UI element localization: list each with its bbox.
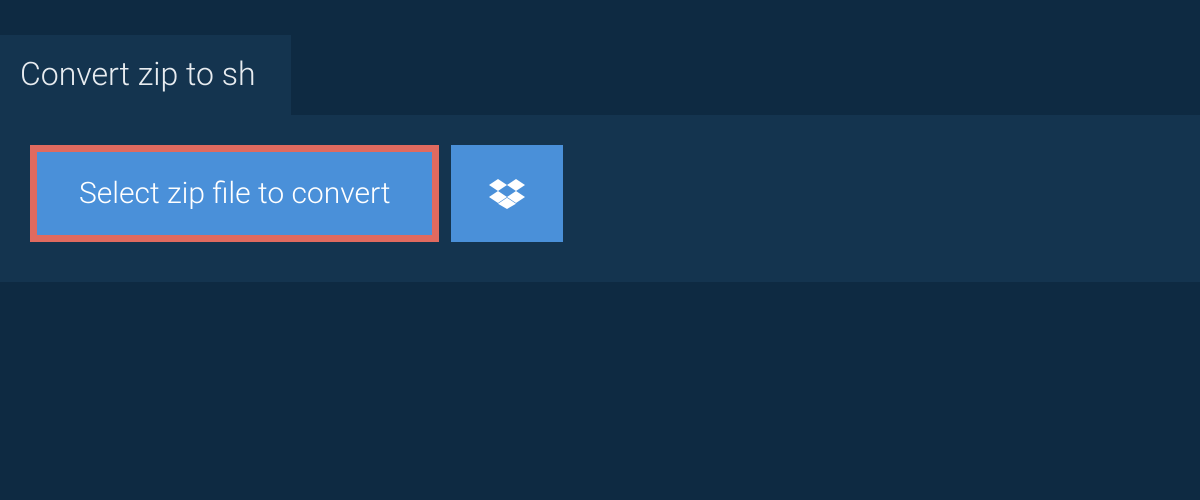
page-title: Convert zip to sh (20, 55, 256, 93)
dropbox-icon (489, 176, 525, 212)
main-panel: Select zip file to convert (0, 115, 1200, 282)
select-file-label: Select zip file to convert (79, 176, 390, 211)
dropbox-button[interactable] (451, 145, 563, 242)
tab-header: Convert zip to sh (0, 35, 291, 115)
button-row: Select zip file to convert (30, 145, 1170, 242)
select-file-button[interactable]: Select zip file to convert (30, 145, 439, 242)
